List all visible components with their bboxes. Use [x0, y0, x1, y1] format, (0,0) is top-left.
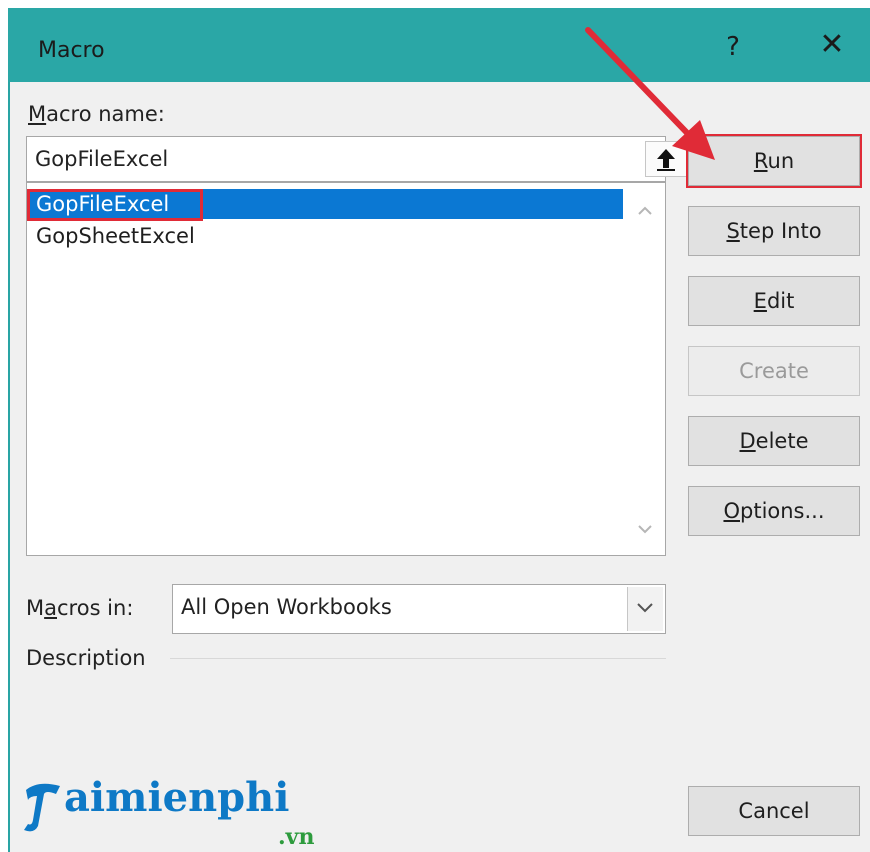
chevron-down-icon — [637, 603, 653, 613]
watermark-logo: aimienphi .vn — [20, 772, 340, 850]
options-button[interactable]: Options... — [688, 486, 860, 536]
dropdown-button[interactable] — [627, 587, 663, 631]
delete-button[interactable]: Delete — [688, 416, 860, 466]
up-arrow-icon — [657, 149, 675, 171]
title-bar: Macro ? ✕ — [8, 8, 870, 82]
taimienphi-logo-icon — [24, 783, 60, 832]
step-into-button[interactable]: Step Into — [688, 206, 860, 256]
list-item[interactable]: GopFileExcel — [27, 189, 623, 221]
description-divider — [170, 658, 666, 659]
annotation-highlight-box — [27, 189, 203, 221]
edit-button[interactable]: Edit — [688, 276, 860, 326]
watermark-tld: .vn — [278, 824, 315, 850]
scroll-down-icon[interactable] — [635, 519, 655, 539]
watermark-brand: aimienphi — [64, 774, 290, 821]
dialog-title: Macro — [38, 38, 105, 63]
macros-in-value: All Open Workbooks — [181, 595, 392, 619]
macro-name-input[interactable] — [35, 145, 605, 173]
cancel-button[interactable]: Cancel — [688, 786, 860, 836]
close-button[interactable]: ✕ — [814, 30, 850, 60]
create-button[interactable]: Create — [688, 346, 860, 396]
macros-in-select[interactable]: All Open Workbooks — [172, 584, 666, 634]
macro-name-label: Macro name: — [28, 102, 165, 126]
run-button[interactable]: Run — [688, 136, 860, 186]
description-label: Description — [26, 646, 146, 670]
help-button[interactable]: ? — [718, 32, 748, 62]
scroll-up-icon[interactable] — [635, 201, 655, 221]
macro-name-field[interactable] — [26, 136, 687, 182]
macros-in-label: Macros in: — [26, 596, 134, 620]
macro-list[interactable]: GopFileExcel GopSheetExcel — [26, 182, 666, 556]
collapse-button[interactable] — [645, 141, 687, 177]
list-item[interactable]: GopSheetExcel — [29, 221, 623, 251]
